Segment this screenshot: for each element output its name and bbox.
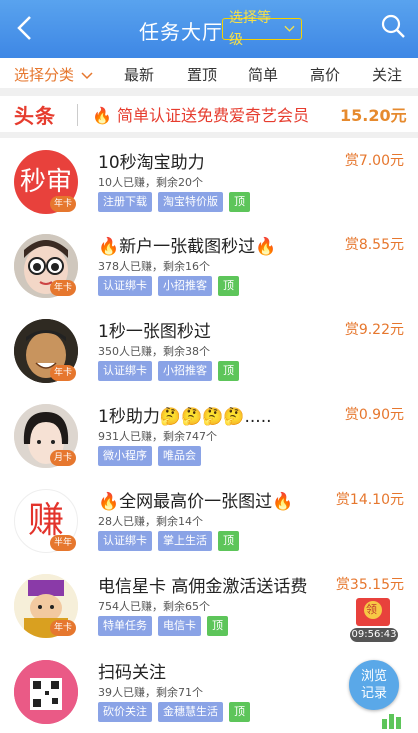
membership-badge: 年卡 — [50, 280, 77, 296]
task-price: 赏14.10元 — [335, 492, 404, 508]
task-title: 1秒一张图秒过 — [98, 322, 211, 342]
task-price: 赏35.15元 — [335, 577, 404, 593]
task-title-text: 新户一张截图秒过 — [119, 237, 256, 257]
browse-history-button[interactable]: 浏览 记录 — [349, 660, 399, 710]
task-title: 扫码关注 — [98, 663, 166, 683]
task-title: 10秒淘宝助力 — [98, 153, 205, 173]
pinned-tag: 顶 — [229, 702, 250, 722]
fire-icon: 🔥 — [255, 237, 277, 257]
task-meta: 39人已赚，剩余71个 — [98, 686, 203, 699]
filter-latest[interactable]: 最新 — [124, 64, 154, 85]
membership-badge: 年卡 — [50, 196, 77, 212]
task-tags: 认证绑卡 小招推客 顶 — [98, 361, 239, 381]
task-row[interactable]: 年卡 🔥新户一张截图秒过🔥 378人已赚，剩余16个 赏8.55元 认证绑卡 小… — [0, 224, 418, 306]
fire-icon: 🔥 — [98, 492, 120, 512]
red-packet-button[interactable]: 领 09:56:43 — [350, 596, 398, 642]
filter-category-label: 选择分类 — [14, 66, 75, 84]
header-bar: 任务大厅 选择等级 — [0, 0, 418, 58]
task-title: 电信星卡 高佣金激活送话费 — [98, 577, 308, 597]
task-tags: 认证绑卡 掌上生活 顶 — [98, 531, 239, 551]
qr-code-icon — [14, 660, 78, 724]
task-tags: 特单任务 电信卡 顶 — [98, 616, 228, 636]
chevron-down-icon — [284, 25, 295, 32]
back-arrow-icon[interactable] — [12, 14, 38, 42]
fire-icon: 🔥 — [272, 492, 294, 512]
task-row[interactable]: 年卡 1秒一张图秒过 350人已赚，剩余38个 赏9.22元 认证绑卡 小招推客… — [0, 309, 418, 391]
tag: 掌上生活 — [158, 531, 212, 551]
headline-text: 🔥 简单认证送免费爱奇艺会员 — [92, 102, 309, 126]
task-meta: 28人已赚，剩余14个 — [98, 515, 203, 528]
task-row[interactable]: 赚 半年 🔥全网最高价一张图过🔥 28人已赚，剩余14个 赏14.10元 认证绑… — [0, 479, 418, 561]
task-price: 赏0.90元 — [344, 407, 404, 423]
task-meta: 350人已赚，剩余38个 — [98, 345, 210, 358]
tag: 特单任务 — [98, 616, 152, 636]
task-title: 🔥全网最高价一张图过🔥 — [98, 487, 293, 512]
headline-banner[interactable]: 头条 🔥 简单认证送免费爱奇艺会员 15.20元 — [0, 96, 418, 132]
tag: 认证绑卡 — [98, 276, 152, 296]
headline-text-label: 简单认证送免费爱奇艺会员 — [117, 106, 310, 125]
task-title-text: 全网最高价一张图过 — [119, 492, 273, 512]
search-icon[interactable] — [380, 13, 406, 39]
red-packet-label: 领 — [366, 603, 377, 616]
task-title: 1秒助力🤔🤔🤔🤔..... — [98, 407, 272, 427]
task-row[interactable]: 秒审 年卡 10秒淘宝助力 10人已赚，剩余20个 赏7.00元 注册下载 淘宝… — [0, 140, 418, 222]
task-row[interactable]: 月卡 1秒助力🤔🤔🤔🤔..... 931人已赚，剩余747个 赏0.90元 微小… — [0, 394, 418, 476]
tag: 微小程序 — [98, 446, 152, 466]
task-meta: 754人已赚，剩余65个 — [98, 600, 210, 613]
task-title: 🔥新户一张截图秒过🔥 — [98, 232, 276, 257]
pinned-tag: 顶 — [218, 531, 239, 551]
task-tags: 认证绑卡 小招推客 顶 — [98, 276, 239, 296]
filter-bar: 选择分类 最新 置顶 简单 高价 关注 — [0, 58, 418, 88]
select-level-button[interactable]: 选择等级 — [222, 10, 302, 48]
pinned-tag: 顶 — [229, 192, 250, 212]
fire-icon: 🔥 — [92, 106, 112, 125]
tag: 砍价关注 — [98, 702, 152, 722]
filter-following[interactable]: 关注 — [372, 64, 402, 85]
divider — [77, 104, 78, 126]
tag: 电信卡 — [158, 616, 201, 636]
chevron-down-icon — [81, 72, 93, 80]
filter-simple[interactable]: 简单 — [248, 64, 278, 85]
task-meta: 378人已赚，剩余16个 — [98, 260, 210, 273]
task-price: 赏7.00元 — [344, 153, 404, 169]
page-title: 任务大厅 — [139, 20, 223, 44]
red-packet-timer: 09:56:43 — [350, 628, 398, 642]
tag: 认证绑卡 — [98, 531, 152, 551]
membership-badge: 半年 — [50, 535, 77, 551]
tag: 小招推客 — [158, 276, 212, 296]
task-price: 赏9.22元 — [344, 322, 404, 338]
avatar — [14, 660, 78, 724]
divider — [0, 132, 418, 138]
task-tags: 注册下载 淘宝特价版 顶 — [98, 192, 250, 212]
pinned-tag: 顶 — [218, 361, 239, 381]
headline-tag: 头条 — [14, 104, 56, 128]
task-meta: 931人已赚，剩余747个 — [98, 430, 217, 443]
membership-badge: 年卡 — [50, 620, 77, 636]
headline-price: 15.20元 — [340, 106, 407, 125]
task-price: 赏8.55元 — [344, 237, 404, 253]
task-meta: 10人已赚，剩余20个 — [98, 176, 203, 189]
browse-label-line1: 浏览 — [360, 669, 387, 684]
browse-label-line2: 记录 — [360, 686, 387, 701]
pinned-tag: 顶 — [218, 276, 239, 296]
bar-chart-icon[interactable] — [381, 711, 403, 729]
divider — [0, 88, 418, 96]
membership-badge: 年卡 — [50, 365, 77, 381]
fire-icon: 🔥 — [98, 237, 120, 257]
tag: 唯品会 — [158, 446, 201, 466]
tag: 小招推客 — [158, 361, 212, 381]
select-level-label: 选择等级 — [229, 10, 271, 48]
membership-badge: 月卡 — [50, 450, 77, 466]
task-tags: 砍价关注 金穗慧生活 顶 — [98, 702, 250, 722]
tag: 淘宝特价版 — [158, 192, 223, 212]
tag: 金穗慧生活 — [158, 702, 223, 722]
tag: 认证绑卡 — [98, 361, 152, 381]
filter-high-price[interactable]: 高价 — [310, 64, 340, 85]
filter-category[interactable]: 选择分类 — [14, 64, 93, 85]
tag: 注册下载 — [98, 192, 152, 212]
task-tags: 微小程序 唯品会 — [98, 446, 201, 466]
filter-pinned[interactable]: 置顶 — [187, 64, 217, 85]
pinned-tag: 顶 — [207, 616, 228, 636]
